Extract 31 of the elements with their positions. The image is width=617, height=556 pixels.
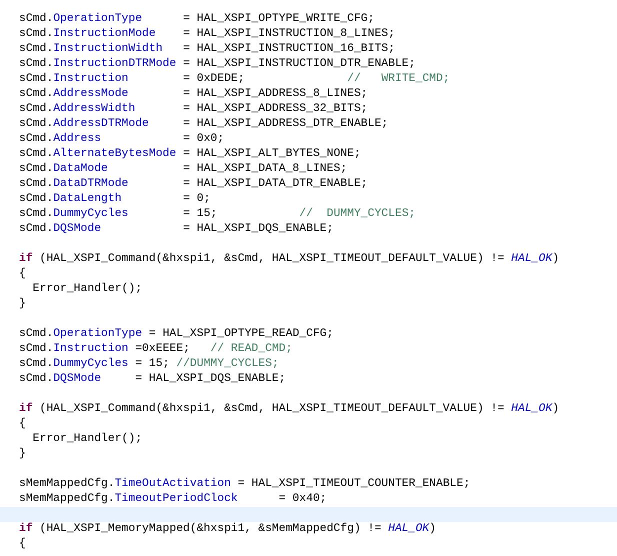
code-line: sCmd.DataDTRMode = HAL_XSPI_DATA_DTR_ENABLE; [18,177,369,192]
code-line: sCmd.AddressDTRMode = HAL_XSPI_ADDRESS_DTR_ENABLE; [18,117,390,132]
code-line: sMemMappedCfg.TimeoutPeriodClock = 0x40; [18,492,328,507]
code-line: if (HAL_XSPI_Command(&hxspi1, &sCmd, HAL_XSPI_TIMEOUT_DEFAULT_VALUE) != HAL_OK) [18,402,560,417]
code-line: sCmd.DQSMode = HAL_XSPI_DQS_ENABLE; [18,222,334,237]
code-line: sCmd.Instruction =0xEEEE; // READ_CMD; [18,342,294,357]
code-line: sCmd.DummyCycles = 15; //DUMMY_CYCLES; [18,357,280,372]
code-line: { [18,417,27,432]
code-line: sCmd.AddressMode = HAL_XSPI_ADDRESS_8_LINES; [18,87,369,102]
code-line: Error_Handler(); [32,432,144,447]
code-line: sCmd.Instruction = 0xDEDE; // WRITE_CMD; [18,72,451,87]
code-line: } [18,447,27,462]
code-line: sCmd.DataMode = HAL_XSPI_DATA_8_LINES; [18,162,348,177]
code-line: { [18,537,27,552]
code-line: sCmd.Address = 0x0; [18,132,226,147]
code-line: { [18,267,27,282]
code-line: sCmd.DQSMode = HAL_XSPI_DQS_ENABLE; [18,372,287,387]
code-line: Error_Handler(); [32,282,144,297]
code-line: sCmd.InstructionMode = HAL_XSPI_INSTRUCTION_8_LINES; [18,27,396,42]
code-line: sCmd.DataLength = 0; [18,192,212,207]
code-line: sMemMappedCfg.TimeOutActivation = HAL_XSPI_TIMEOUT_COUNTER_ENABLE; [18,477,472,492]
code-line: sCmd.AddressWidth = HAL_XSPI_ADDRESS_32_BITS; [18,102,369,117]
code-line: } [18,297,27,312]
code-line: sCmd.InstructionDTRMode = HAL_XSPI_INSTRUCTION_DTR_ENABLE; [18,57,416,72]
code-line: if (HAL_XSPI_Command(&hxspi1, &sCmd, HAL_XSPI_TIMEOUT_DEFAULT_VALUE) != HAL_OK) [18,252,560,267]
code-line: sCmd.InstructionWidth = HAL_XSPI_INSTRUCTION_16_BITS; [18,42,396,57]
code-line: sCmd.AlternateBytesMode = HAL_XSPI_ALT_BYTES_NONE; [18,147,362,162]
code-line: if (HAL_XSPI_MemoryMapped(&hxspi1, &sMemMappedCfg) != HAL_OK) [18,522,437,537]
code-line: sCmd.OperationType = HAL_XSPI_OPTYPE_WRITE_CFG; [18,12,376,27]
code-line: sCmd.DummyCycles = 15; // DUMMY_CYCLES; [18,207,416,222]
code-line: sCmd.OperationType = HAL_XSPI_OPTYPE_READ_CFG; [18,327,334,342]
